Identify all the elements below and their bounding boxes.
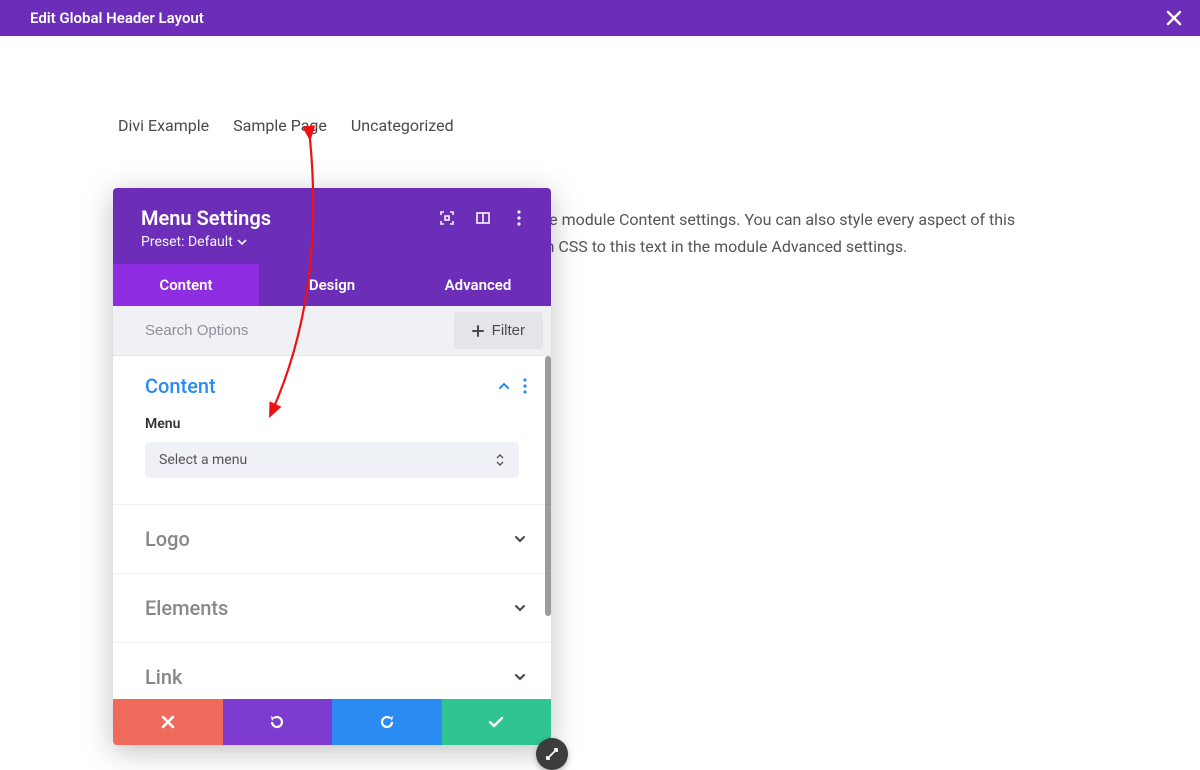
undo-button[interactable] — [223, 699, 333, 745]
nav-item[interactable]: Uncategorized — [351, 116, 454, 135]
redo-button[interactable] — [332, 699, 442, 745]
section-header-elements[interactable]: Elements — [113, 574, 551, 643]
section-content: Content Menu Select a menu — [113, 356, 551, 505]
chevron-down-icon — [513, 532, 527, 546]
preset-selector[interactable]: Preset: Default — [141, 234, 271, 250]
section-title: Elements — [145, 596, 228, 620]
chevron-down-icon — [513, 670, 527, 684]
tab-content[interactable]: Content — [113, 264, 259, 306]
panel-footer — [113, 699, 551, 745]
panel-tabs: Content Design Advanced — [113, 264, 551, 306]
header-nav-menu: Divi Example Sample Page Uncategorized — [118, 116, 454, 135]
panel-header: Menu Settings Preset: Default — [113, 188, 551, 264]
section-title: Logo — [145, 527, 190, 551]
panel-header-actions — [439, 210, 527, 226]
section-header-content[interactable]: Content — [113, 356, 551, 408]
settings-panel: Menu Settings Preset: Default Conten — [113, 188, 551, 745]
top-bar: Edit Global Header Layout — [0, 0, 1200, 36]
menu-select[interactable]: Select a menu — [145, 442, 519, 478]
plus-icon — [472, 325, 484, 337]
select-arrows-icon — [495, 453, 505, 467]
section-title: Content — [145, 374, 216, 398]
filter-button[interactable]: Filter — [454, 312, 543, 349]
cancel-button[interactable] — [113, 699, 223, 745]
resize-handle[interactable] — [536, 738, 568, 770]
section-header-logo[interactable]: Logo — [113, 505, 551, 574]
panel-body: Content Menu Select a menu — [113, 356, 551, 699]
page-area: Divi Example Sample Page Uncategorized Y… — [0, 36, 1200, 768]
nav-item[interactable]: Sample Page — [233, 116, 327, 135]
save-button[interactable] — [442, 699, 552, 745]
section-more-icon[interactable] — [523, 378, 527, 394]
tab-design[interactable]: Design — [259, 264, 405, 306]
chevron-up-icon — [497, 379, 511, 393]
more-icon[interactable] — [511, 210, 527, 226]
nav-item[interactable]: Divi Example — [118, 116, 209, 135]
preset-label: Preset: Default — [141, 234, 233, 250]
scrollbar[interactable] — [545, 356, 551, 616]
menu-select-value: Select a menu — [159, 452, 247, 468]
search-filter-row: Filter — [113, 306, 551, 356]
columns-icon[interactable] — [475, 210, 491, 226]
menu-field-label: Menu — [145, 416, 519, 432]
section-title: Link — [145, 665, 182, 689]
search-options-input[interactable] — [113, 310, 454, 351]
top-bar-title: Edit Global Header Layout — [30, 9, 204, 27]
chevron-down-icon — [513, 601, 527, 615]
close-icon[interactable] — [1166, 10, 1182, 26]
section-header-link[interactable]: Link — [113, 643, 551, 699]
filter-label: Filter — [492, 322, 525, 339]
tab-advanced[interactable]: Advanced — [405, 264, 551, 306]
section-body-content: Menu Select a menu — [113, 408, 551, 505]
focus-icon[interactable] — [439, 210, 455, 226]
panel-title: Menu Settings — [141, 206, 271, 230]
